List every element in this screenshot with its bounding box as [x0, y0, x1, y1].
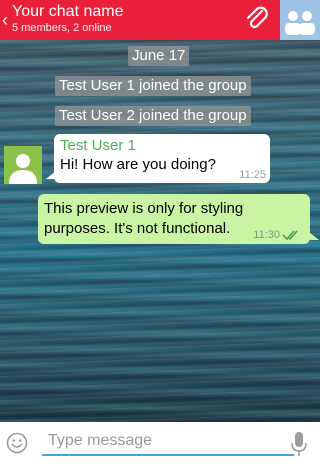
message-time: 11:30: [253, 229, 280, 241]
message-text: Hi! How are you doing?: [60, 156, 216, 173]
chat-members-status: 5 members, 2 online: [12, 22, 112, 34]
incoming-message-bubble[interactable]: Test User 1 Hi! How are you doing? 11:25: [46, 134, 270, 183]
message-composer: [0, 422, 320, 466]
system-message: Test User 1 joined the group: [55, 76, 251, 96]
back-chevron-icon[interactable]: ‹: [2, 9, 12, 31]
emoji-icon[interactable]: [6, 432, 28, 454]
message-time: 11:25: [239, 169, 266, 181]
user-icon: [9, 154, 37, 184]
paperclip-icon[interactable]: [242, 4, 272, 34]
message-text: This preview is only for styling purpose…: [44, 200, 244, 237]
date-separator: June 17: [128, 46, 190, 66]
system-message: Test User 2 joined the group: [55, 106, 251, 126]
group-icon: [285, 11, 315, 35]
message-input[interactable]: [42, 428, 294, 456]
sender-name[interactable]: Test User 1: [60, 137, 136, 154]
microphone-icon[interactable]: [290, 430, 308, 458]
user-avatar[interactable]: [4, 146, 42, 184]
chat-name[interactable]: Your chat name: [12, 3, 123, 21]
double-check-icon: [282, 230, 298, 241]
chat-header: ‹ Your chat name 5 members, 2 online: [0, 0, 320, 40]
outgoing-message-bubble[interactable]: This preview is only for styling purpose…: [38, 194, 319, 244]
group-avatar[interactable]: [280, 0, 320, 40]
